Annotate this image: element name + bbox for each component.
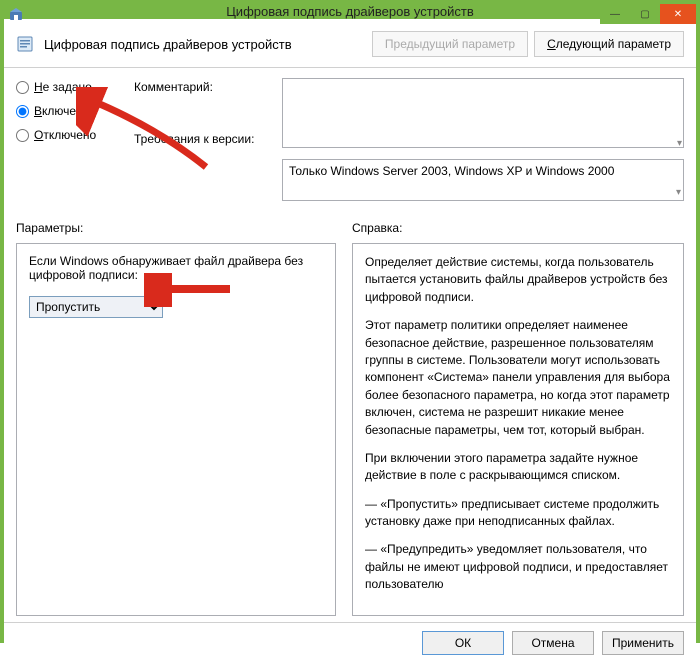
minimize-button[interactable]: — [600,4,630,24]
titlebar-controls: — ▢ ✕ [600,4,696,24]
radio-not-configured-label[interactable]: Не задано [34,80,92,94]
radio-not-configured[interactable] [16,81,29,94]
state-radio-group: Не задано Включено Отключено [16,78,126,201]
close-button[interactable]: ✕ [660,4,696,24]
comment-field[interactable] [282,78,684,148]
help-text: — «Предупредить» уведомляет пользователя… [365,541,671,593]
help-text: — «Пропустить» предписывает системе прод… [365,496,671,531]
help-label: Справка: [352,221,684,235]
options-panel: Если Windows обнаруживает файл драйвера … [16,243,336,616]
radio-disabled-label[interactable]: Отключено [34,128,96,142]
policy-icon [16,34,36,54]
radio-disabled[interactable] [16,129,29,142]
supported-label: Требования к версии: [134,132,274,146]
help-text: Этот параметр политики определяет наимен… [365,317,671,439]
prev-setting-button: Предыдущий параметр [372,31,528,57]
scroll-down-icon[interactable]: ▾ [676,187,681,198]
titlebar: Цифровая подпись драйверов устройств — ▢… [4,4,696,19]
options-prompt: Если Windows обнаруживает файл драйвера … [29,254,323,282]
next-setting-button[interactable]: Следующий параметр [534,31,684,57]
dialog-footer: ОК Отмена Применить [4,622,696,663]
supported-on-field: Только Windows Server 2003, Windows XP и… [282,159,684,201]
comment-label: Комментарий: [134,80,274,94]
signing-action-select[interactable]: Пропустить [29,296,163,318]
radio-enabled-label[interactable]: Включено [34,104,89,118]
help-panel: Определяет действие системы, когда польз… [352,243,684,616]
maximize-button[interactable]: ▢ [630,4,660,24]
help-text: При включении этого параметра задайте ну… [365,450,671,485]
scroll-down-icon[interactable]: ▾ [677,138,682,149]
gpedit-icon [8,6,24,22]
options-label: Параметры: [16,221,352,235]
window-title: Цифровая подпись драйверов устройств [226,4,474,19]
radio-enabled[interactable] [16,105,29,118]
page-title: Цифровая подпись драйверов устройств [44,37,364,52]
help-text: Определяет действие системы, когда польз… [365,254,671,306]
